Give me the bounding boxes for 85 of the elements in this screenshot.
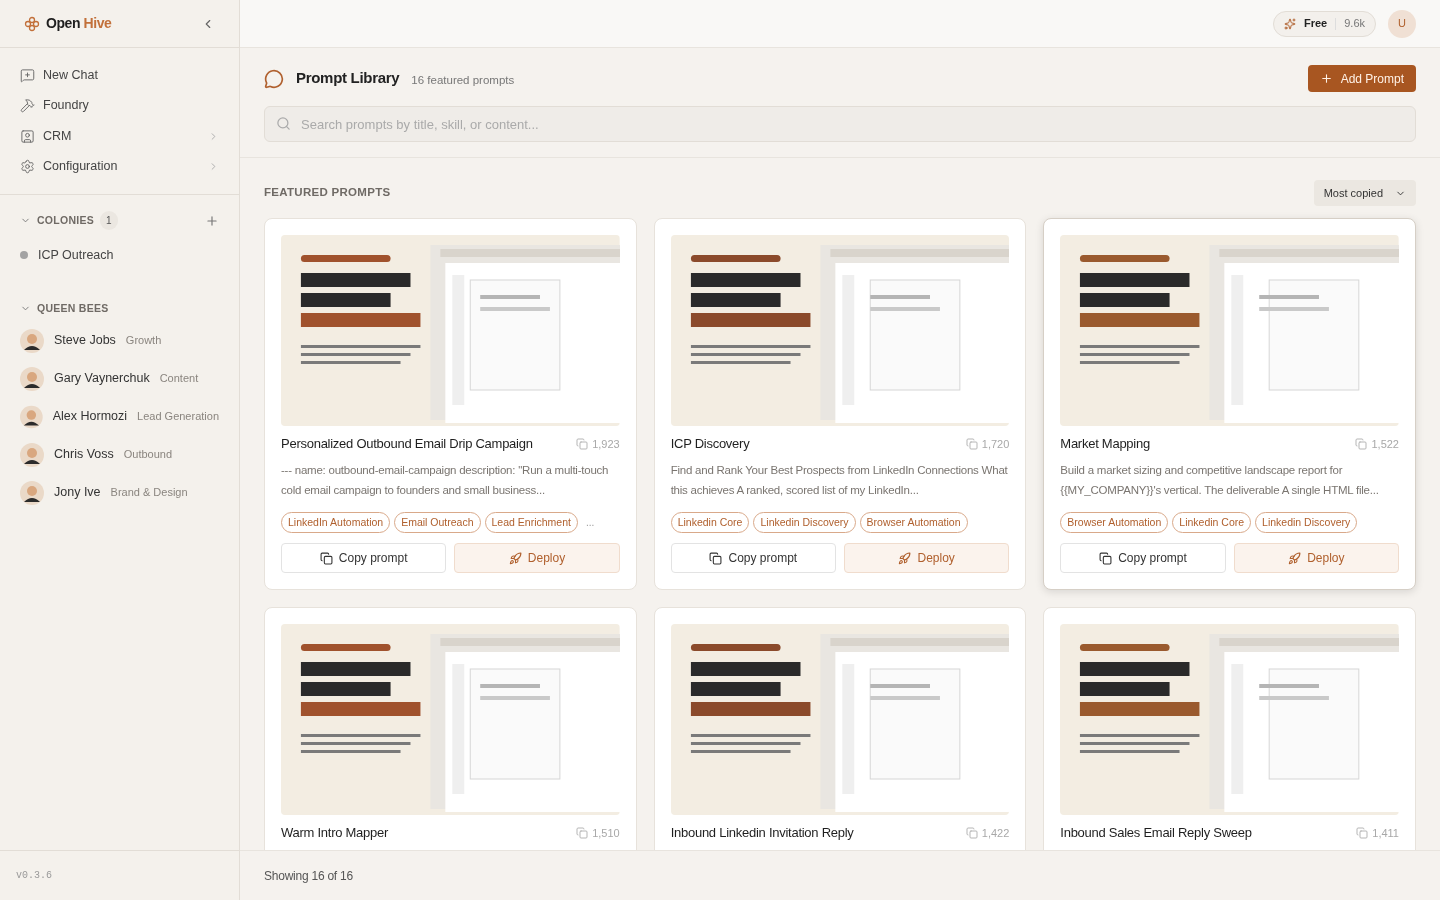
bee-name[interactable]: Steve Jobs [54,331,116,350]
search-icon [276,116,291,131]
avatar-icon [20,480,44,505]
nav-item[interactable]: CRM [20,121,219,152]
more-tags: ... [585,514,595,530]
copy-icon [319,551,333,565]
search-field[interactable]: Search prompts by title, skill, or content... [264,106,1416,142]
prompt-card[interactable]: Warm Intro Mapper 1,510 [264,607,637,850]
copy-icon [709,551,723,565]
deploy-button[interactable]: Deploy [1233,543,1399,574]
bee-role: Outbound [123,447,173,463]
bee-name[interactable]: Alex Hormozi [52,407,128,426]
copy-icon [965,437,978,450]
chat-plus-icon [20,67,35,83]
prompt-card[interactable] [653,218,1027,591]
copy-count: 1,422 [981,825,1010,841]
bee-role: Lead Generation [137,409,219,425]
rocket-icon [508,551,522,565]
deploy-button[interactable]: Deploy [454,543,620,574]
page-subtitle: 16 featured prompts [411,72,515,88]
contact-card-icon [20,128,35,144]
credits-value: 9.6k [1344,16,1365,32]
copy-icon [1355,437,1368,450]
nav-item[interactable]: New Chat [20,60,219,91]
plan-label: Free [1303,16,1328,32]
copy-icon [1099,551,1113,565]
count-badge: 1 [99,211,118,230]
section-title: COLONIES [37,212,94,228]
card-title: Personalized Outbound Email Drip Campaign [281,435,533,453]
copy-count: 1,411 [1372,825,1399,841]
copy-prompt-button[interactable]: Copy prompt [1060,543,1226,574]
plus-icon [1319,72,1333,85]
card-title: Warm Intro Mapper [281,824,389,843]
bee-name[interactable]: Gary Vaynerchuk [54,369,150,388]
bee-role: Content [159,371,199,387]
card-title: ICP Discovery [670,435,750,453]
credits-pill[interactable]: Free 9.6k [1272,10,1376,37]
avatar-icon [20,442,44,467]
copy-count: 1,522 [1371,436,1399,452]
avatar-icon [20,404,43,429]
copy-count: 1,720 [981,436,1010,452]
chat-bubble-icon [264,68,284,89]
flower-logo-icon [24,15,40,32]
copy-icon [1356,827,1369,839]
card-description: --- name: outbound-email-campaign description: "Run a multi-touch cold email campaign to founders and small business... [281,462,610,498]
nav-item[interactable]: Configuration [20,151,219,182]
card-title: Inbound Linkedin Invitation Reply [670,824,854,843]
copy-icon [576,437,589,450]
copy-icon [965,827,978,839]
card-description: Find and Rank Your Best Prospects from LinkedIn Connections What this achieves A ranked, scored list of my LinkedIn... [670,462,1009,498]
user-avatar[interactable]: U [1388,9,1416,38]
copy-count: 1,923 [592,436,620,452]
sparkle-icon [1283,17,1296,30]
bee-role: Growth [125,333,162,349]
rocket-icon [1288,551,1302,565]
card-title: Market Mapping [1060,435,1150,453]
deploy-button[interactable]: Deploy [844,543,1010,574]
add-prompt-button[interactable]: Add Prompt [1307,65,1416,92]
section-title: QUEEN BEES [37,300,109,316]
copy-prompt-button[interactable]: Copy prompt [281,543,447,574]
page-title: Prompt Library [296,68,400,89]
copy-count: 1,510 [592,825,620,841]
prompt-card[interactable]: Inbound Linkedin Invitation Reply 1,422 [653,607,1027,850]
copy-prompt-button[interactable]: Copy prompt [670,543,836,574]
card-title: Inbound Sales Email Reply Sweep [1060,824,1252,843]
results-count: Showing 16 of 16 [264,867,353,885]
settings-icon [20,159,35,175]
colony-item[interactable]: ICP Outreach [38,246,114,265]
prompt-card[interactable]: Inbound Sales Email Reply Sweep 1,411 [1043,607,1416,850]
brand-name: Open Hive [46,14,112,33]
prompt-card[interactable] [1043,218,1416,591]
nav-item[interactable]: Foundry [20,90,219,121]
version-label: v0.3.6 [16,869,52,883]
avatar-icon [20,328,44,353]
prompt-card[interactable] [264,218,637,591]
section-title: FEATURED PROMPTS [264,185,391,201]
avatar-icon [20,366,44,391]
bee-name[interactable]: Jony Ive [54,483,101,502]
card-description: Build a market sizing and competitive landscape report for {{MY_COMPANY}}'s vertical. The deliverable A single HTML file... [1060,462,1380,498]
bee-role: Brand & Design [110,485,188,501]
copy-icon [576,827,589,839]
sort-dropdown[interactable]: Most copied [1313,180,1416,206]
bee-name[interactable]: Chris Voss [54,445,114,464]
hammer-icon [20,98,35,114]
rocket-icon [898,551,912,565]
